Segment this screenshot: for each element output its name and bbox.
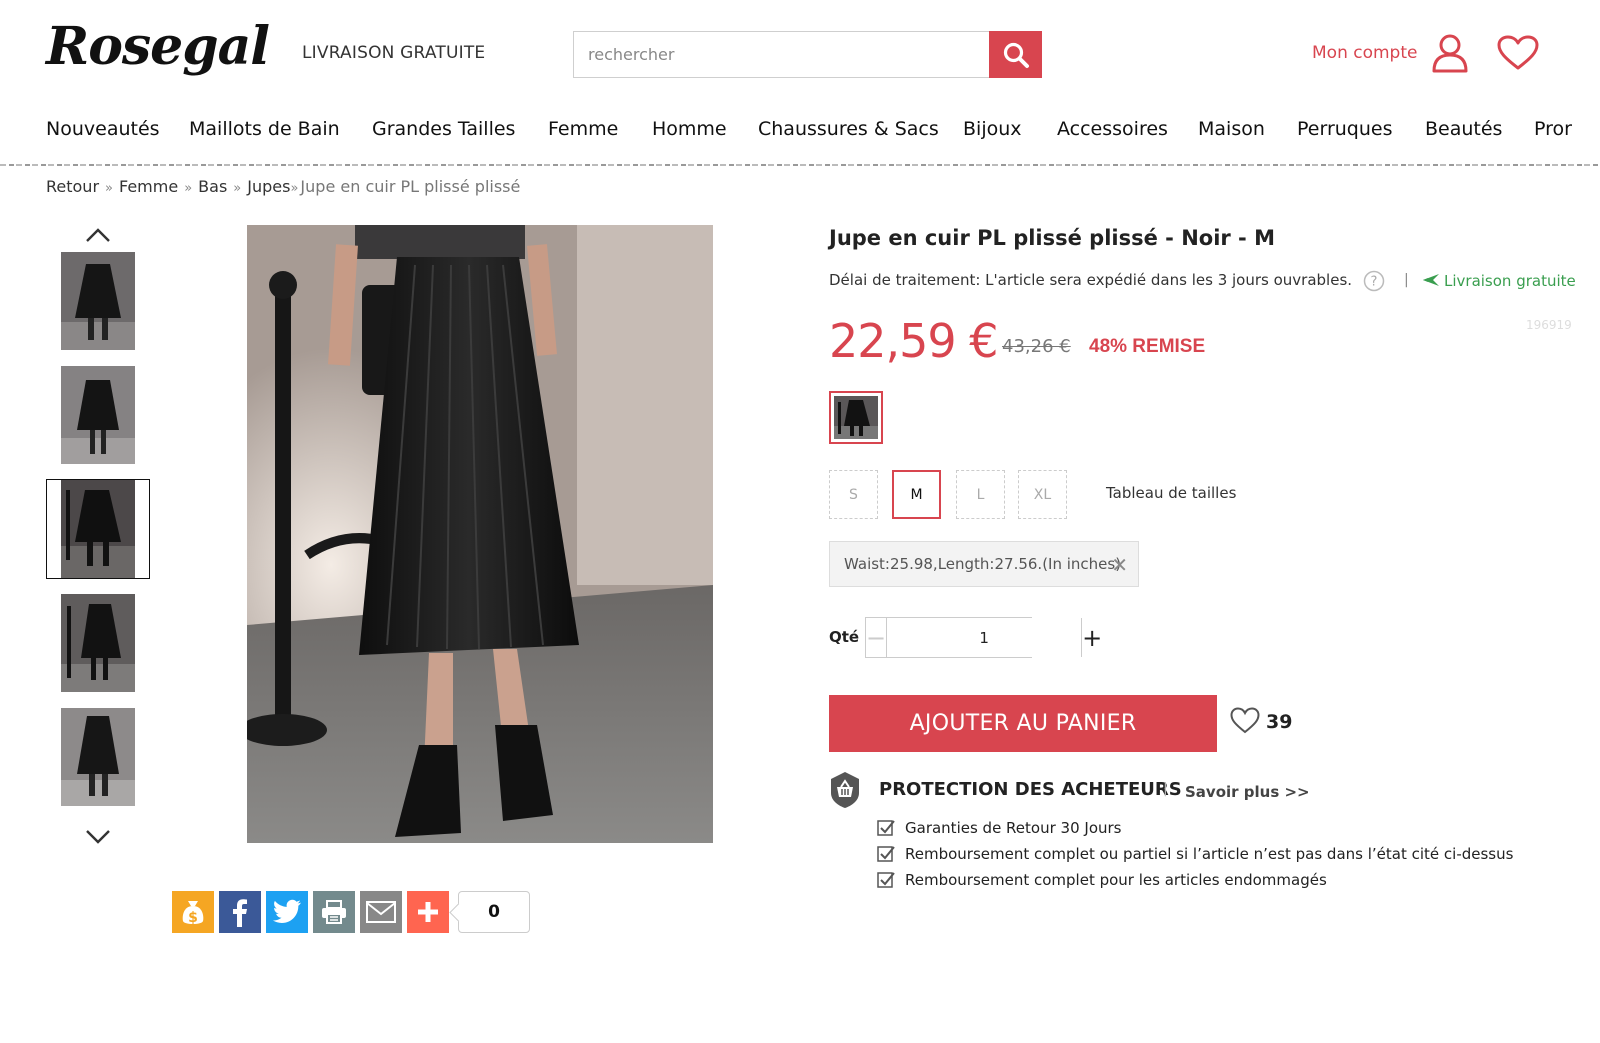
search-input[interactable] (573, 31, 989, 78)
add-to-cart-button[interactable]: AJOUTER AU PANIER (829, 695, 1217, 752)
active-thumbnail-frame[interactable] (46, 479, 150, 579)
rosegal-logo[interactable]: Rosegal (46, 12, 282, 96)
share-bar: $ 0 (172, 891, 530, 933)
product-thumbnail[interactable] (61, 708, 135, 806)
share-count: 0 (458, 891, 530, 933)
product-title: Jupe en cuir PL plissé plissé - Noir - M (829, 226, 1275, 250)
nav-item-maillots[interactable]: Maillots de Bain (189, 118, 340, 140)
more-share-icon (418, 902, 438, 922)
chevron-down-icon[interactable] (84, 828, 112, 846)
product-main-image[interactable] (247, 225, 713, 843)
processing-time: Délai de traitement: L'article sera expé… (829, 271, 1353, 289)
shield-basket-icon (831, 772, 859, 808)
measurements-text: Waist:25.98,Length:27.56.(In inches) (844, 555, 1122, 573)
svg-text:$: $ (188, 910, 198, 926)
size-option-m[interactable]: M (892, 470, 941, 519)
twitter-share-button[interactable] (266, 891, 308, 933)
facebook-share-button[interactable] (219, 891, 261, 933)
wishlist-heart-icon[interactable] (1497, 35, 1539, 71)
quantity-stepper: − + (865, 617, 1102, 658)
checkbox-icon (877, 820, 895, 836)
nav-item-promotions[interactable]: Pror (1534, 118, 1572, 140)
size-option-l[interactable]: L (956, 470, 1005, 519)
separator: | (1163, 781, 1168, 797)
breadcrumb: Retour» Femme» Bas» Jupes» Jupe en cuir PL p… (46, 177, 521, 196)
checkbox-icon (877, 846, 895, 862)
logo-text: Rosegal (46, 16, 270, 77)
learn-more-link[interactable]: Savoir plus >> (1185, 783, 1310, 801)
free-shipping-banner: LIVRAISON GRATUITE (302, 43, 486, 63)
nav-item-accessoires[interactable]: Accessoires (1057, 118, 1168, 140)
size-option-xl[interactable]: XL (1018, 470, 1067, 519)
product-thumbnail[interactable] (61, 366, 135, 464)
guarantee-item: Remboursement complet pour les articles … (877, 871, 1327, 889)
size-option-s[interactable]: S (829, 470, 878, 519)
nav-item-homme[interactable]: Homme (652, 118, 727, 140)
guarantee-item: Garanties de Retour 30 Jours (877, 819, 1121, 837)
email-share-button[interactable] (360, 891, 402, 933)
nav-item-perruques[interactable]: Perruques (1297, 118, 1393, 140)
email-icon (366, 901, 396, 923)
main-navigation: Nouveautés Maillots de Bain Grandes Tail… (0, 110, 1600, 166)
current-price: 22,59 € (829, 314, 999, 368)
buyer-protection-title: PROTECTION DES ACHETEURS (879, 779, 1182, 800)
nav-divider (0, 164, 1600, 166)
discount-badge: 48% REMISE (1089, 336, 1206, 357)
nav-item-nouveautes[interactable]: Nouveautés (46, 118, 160, 140)
facebook-icon (233, 899, 247, 927)
nav-item-bijoux[interactable]: Bijoux (963, 118, 1022, 140)
earn-share-button[interactable]: $ (172, 891, 214, 933)
breadcrumb-retour[interactable]: Retour (46, 177, 99, 196)
print-icon (322, 900, 346, 924)
quantity-label: Qté (829, 628, 860, 646)
free-shipping-label: Livraison gratuite (1422, 272, 1576, 290)
svg-text:?: ? (1371, 275, 1378, 290)
color-swatch-noir[interactable] (829, 391, 883, 444)
nav-item-grandes-tailles[interactable]: Grandes Tailles (372, 118, 515, 140)
decrease-quantity-button[interactable]: − (866, 618, 888, 657)
plane-icon (1423, 274, 1439, 286)
separator: | (1404, 272, 1409, 288)
help-icon[interactable]: ? (1363, 270, 1385, 292)
more-share-button[interactable] (407, 891, 449, 933)
twitter-icon (272, 899, 301, 923)
nav-item-femme[interactable]: Femme (548, 118, 618, 140)
heart-icon[interactable] (1230, 707, 1260, 734)
nav-item-maison[interactable]: Maison (1198, 118, 1265, 140)
original-price: 43,26 € (1002, 336, 1071, 357)
search-icon (1003, 42, 1029, 68)
wishlist-count: 39 (1266, 711, 1293, 733)
product-thumbnail[interactable] (61, 252, 135, 350)
search-button[interactable] (989, 31, 1042, 78)
size-chart-link[interactable]: Tableau de tailles (1106, 484, 1236, 502)
checkbox-icon (877, 872, 895, 888)
breadcrumb-femme[interactable]: Femme (119, 177, 178, 196)
search-bar (573, 31, 1042, 78)
breadcrumb-current: Jupe en cuir PL plissé plissé (300, 177, 521, 196)
nav-item-beautes[interactable]: Beautés (1425, 118, 1502, 140)
product-sku: 196919 (1526, 318, 1572, 332)
my-account-link[interactable]: Mon compte (1312, 43, 1417, 63)
increase-quantity-button[interactable]: + (1081, 618, 1102, 657)
earn-icon: $ (182, 901, 204, 926)
quantity-input[interactable] (887, 618, 1082, 657)
breadcrumb-bas[interactable]: Bas (198, 177, 227, 196)
product-thumbnail[interactable] (61, 594, 135, 692)
chevron-up-icon[interactable] (84, 226, 112, 244)
close-icon[interactable]: ✕ (1111, 553, 1128, 577)
user-icon[interactable] (1431, 33, 1469, 73)
nav-item-chaussures-sacs[interactable]: Chaussures & Sacs (758, 118, 939, 140)
guarantee-item: Remboursement complet ou partiel si l’ar… (877, 845, 1513, 863)
print-share-button[interactable] (313, 891, 355, 933)
breadcrumb-jupes[interactable]: Jupes (247, 177, 290, 196)
measurements-box: Waist:25.98,Length:27.56.(In inches) ✕ (829, 541, 1139, 587)
